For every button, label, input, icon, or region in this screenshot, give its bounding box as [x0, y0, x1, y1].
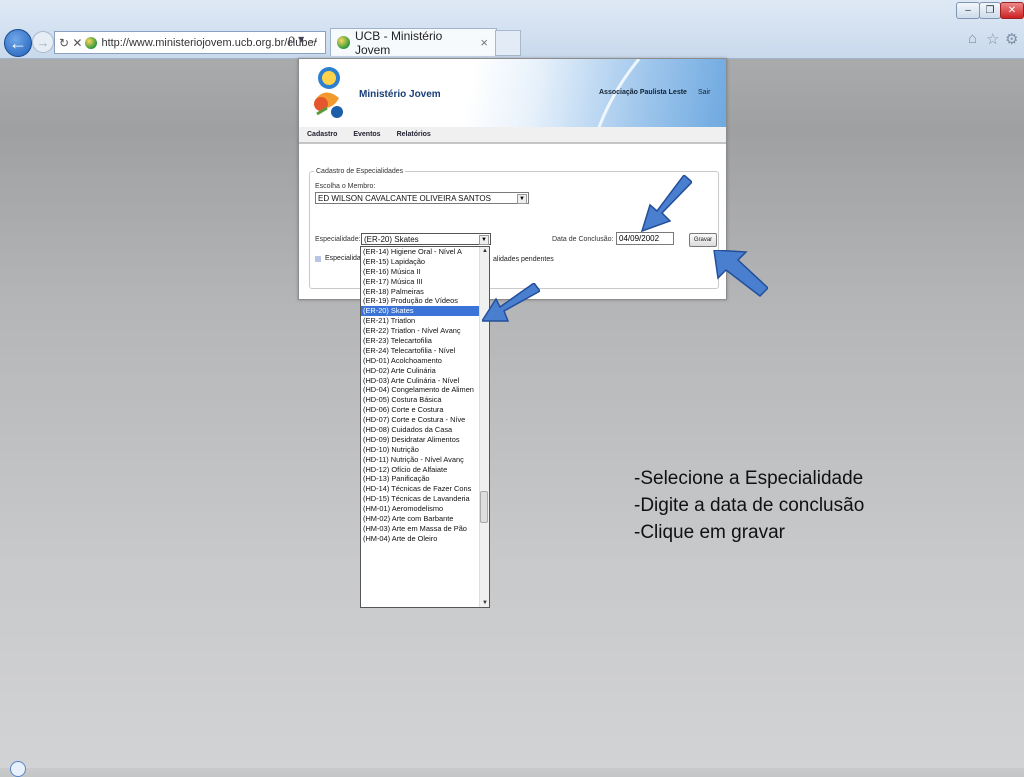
chevron-down-icon[interactable]: ▼: [517, 194, 527, 204]
instruction-line: -Clique em gravar: [634, 522, 785, 543]
dropdown-option[interactable]: (HD-15) Técnicas de Lavanderia: [361, 494, 481, 504]
dropdown-option[interactable]: (HM-02) Arte com Barbante: [361, 514, 481, 524]
member-label: Escolha o Membro:: [315, 183, 376, 190]
scrollbar-thumb[interactable]: [480, 491, 488, 523]
close-tab-icon[interactable]: ×: [480, 35, 488, 50]
dropdown-option[interactable]: (HD-11) Nutrição - Nível Avanç: [361, 455, 481, 465]
address-bar-controls[interactable]: ρ ▾ →: [288, 32, 320, 46]
address-bar[interactable]: ↻ ✕ http://www.ministeriojovem.ucb.org.b…: [54, 31, 326, 54]
dropdown-option[interactable]: (ER-23) Telecartofilia: [361, 336, 481, 346]
legend-text-left: Especialida: [325, 255, 361, 262]
url-text[interactable]: http://www.ministeriojovem.ucb.org.br/cl…: [101, 37, 316, 49]
maximize-button[interactable]: ❐: [979, 2, 1001, 19]
dropdown-option[interactable]: (HD-10) Nutrição: [361, 445, 481, 455]
instructions: -Selecione a Especialidade -Digite a dat…: [634, 465, 864, 546]
member-select[interactable]: ED WILSON CAVALCANTE OLIVEIRA SANTOS ▼: [315, 192, 529, 204]
tab-favicon-icon: [337, 36, 350, 49]
arrow-left-icon: ←: [9, 32, 27, 53]
instruction-line: -Digite a data de conclusão: [634, 495, 865, 516]
forward-button[interactable]: →: [32, 31, 54, 53]
scroll-up-icon[interactable]: ▲: [482, 248, 488, 254]
logout-link[interactable]: Sair: [698, 89, 710, 96]
form-legend: Cadastro de Especialidades: [314, 168, 406, 175]
new-tab-button[interactable]: [495, 30, 521, 56]
save-button[interactable]: Gravar: [689, 233, 717, 247]
member-select-value: ED WILSON CAVALCANTE OLIVEIRA SANTOS: [318, 193, 491, 203]
site-favicon-icon: [85, 36, 98, 49]
back-button[interactable]: ←: [4, 29, 32, 57]
refresh-stop-icon[interactable]: ↻ ✕: [59, 36, 82, 50]
dropdown-option[interactable]: (HD-01) Acolchoamento: [361, 356, 481, 366]
arrow-right-icon: →: [36, 34, 50, 50]
specialty-select[interactable]: (ER-20) Skates ▼: [361, 233, 491, 245]
dropdown-option[interactable]: (HM-01) Aeromodelismo: [361, 504, 481, 514]
ministerio-jovem-logo: [314, 67, 343, 118]
dropdown-option[interactable]: (ER-19) Produção de Vídeos: [361, 296, 481, 306]
legend-swatch: [315, 255, 321, 262]
status-legend: Especialida: [315, 255, 361, 262]
menu-item-eventos[interactable]: Eventos: [353, 131, 380, 138]
browser-toolbar: ← → ↻ ✕ http://www.ministeriojovem.ucb.o…: [0, 0, 1024, 59]
association-name: Associação Paulista Leste: [599, 89, 687, 96]
dropdown-option[interactable]: (HD-05) Costura Básica: [361, 395, 481, 405]
tab-title: UCB - Ministério Jovem: [354, 28, 443, 57]
specialty-dropdown-list[interactable]: (ER-14) Higiene Oral - Nível A (ER-15) La…: [360, 246, 490, 608]
scroll-down-icon[interactable]: ▼: [482, 600, 488, 606]
instruction-line: -Selecione a Especialidade: [634, 468, 864, 489]
site-title: Ministério Jovem: [359, 89, 441, 100]
dropdown-option[interactable]: (HD-14) Técnicas de Fazer Cons: [361, 484, 481, 494]
completion-date-input[interactable]: [616, 232, 674, 245]
dropdown-option[interactable]: (HD-12) Ofício de Alfaiate: [361, 465, 481, 475]
specialty-select-value: (ER-20) Skates: [364, 234, 419, 244]
dropdown-option[interactable]: (ER-18) Palmeiras: [361, 287, 481, 297]
specialty-label: Especialidade:: [315, 236, 361, 243]
dropdown-option[interactable]: (ER-16) Música II: [361, 267, 481, 277]
menu-item-cadastro[interactable]: Cadastro: [307, 131, 337, 138]
arrow-to-date-icon: [640, 175, 692, 233]
dropdown-option[interactable]: (ER-15) Lapidação: [361, 257, 481, 267]
dropdown-option[interactable]: (ER-24) Telecartofilia - Nível: [361, 346, 481, 356]
dropdown-option[interactable]: (ER-14) Higiene Oral - Nível A: [361, 247, 481, 257]
chevron-down-icon[interactable]: ▼: [479, 235, 489, 245]
dropdown-option[interactable]: (HD-06) Corte e Costura: [361, 405, 481, 415]
dropdown-options: (ER-14) Higiene Oral - Nível A (ER-15) La…: [361, 247, 481, 544]
status-indicator-icon: [10, 761, 26, 777]
dropdown-option[interactable]: (HD-13) Panificação: [361, 474, 481, 484]
arrow-to-save-icon: [713, 250, 768, 297]
favorites-star-icon[interactable]: ☆: [986, 30, 999, 48]
dropdown-option[interactable]: (ER-22) Triatlon - Nível Avanç: [361, 326, 481, 336]
gear-icon[interactable]: ⚙: [1005, 30, 1018, 48]
close-window-button[interactable]: ✕: [1000, 2, 1024, 19]
dropdown-option[interactable]: (HD-02) Arte Culinária: [361, 366, 481, 376]
tab-ucb-ministerio-jovem[interactable]: UCB - Ministério Jovem ×: [330, 28, 497, 57]
dropdown-option[interactable]: (HD-07) Corte e Costura - Níve: [361, 415, 481, 425]
dropdown-option[interactable]: (ER-17) Música III: [361, 277, 481, 287]
minimize-button[interactable]: –: [956, 2, 980, 19]
dropdown-option[interactable]: (HD-08) Cuidados da Casa: [361, 425, 481, 435]
dropdown-option[interactable]: (HM-04) Arte de Oleiro: [361, 534, 481, 544]
dropdown-option[interactable]: (ER-20) Skates: [361, 306, 481, 317]
legend-text-right: alidades pendentes: [493, 256, 554, 263]
dropdown-option[interactable]: (HD-09) Desidratar Alimentos: [361, 435, 481, 445]
site-header-banner: Ministério Jovem Associação Paulista Les…: [299, 59, 726, 127]
completion-date-label: Data de Conclusão:: [552, 236, 614, 243]
home-icon[interactable]: ⌂: [968, 30, 977, 47]
menu-item-relatorios[interactable]: Relatórios: [397, 131, 431, 138]
dropdown-option[interactable]: (HM-03) Arte em Massa de Pão: [361, 524, 481, 534]
dropdown-option[interactable]: (ER-21) Triatlon: [361, 316, 481, 326]
arrow-to-selected-option-icon: [482, 283, 540, 322]
site-menu: Cadastro Eventos Relatórios: [299, 127, 726, 144]
dropdown-option[interactable]: (HD-04) Congelamento de Alimen: [361, 385, 481, 395]
dropdown-option[interactable]: (HD-03) Arte Culinária - Nível: [361, 376, 481, 386]
